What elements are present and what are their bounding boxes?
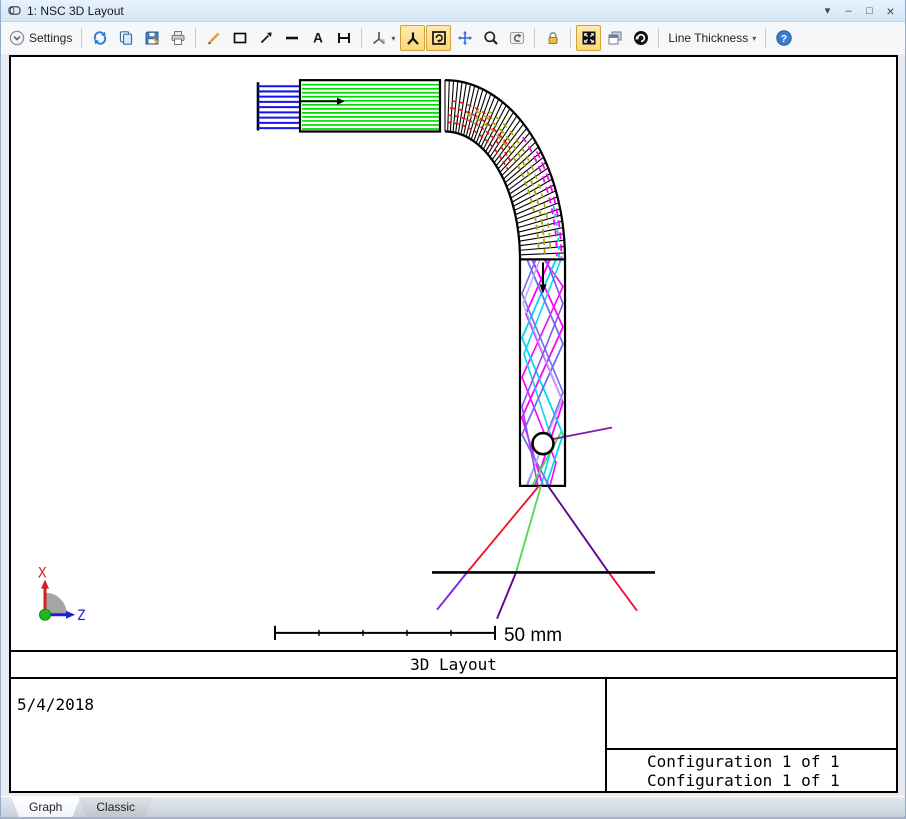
refresh-icon: [93, 31, 106, 45]
orientation-caret-icon: ▾: [391, 33, 396, 43]
copy-button[interactable]: [113, 25, 138, 51]
draw-dimension-button[interactable]: [331, 25, 356, 51]
settings-label: Settings: [29, 31, 73, 45]
layout-canvas: 50 mm X Z: [11, 57, 896, 650]
plot-frame: 50 mm X Z 3D Layout 5/4/2018 Configurati…: [9, 55, 898, 793]
plot-title: 3D Layout: [410, 655, 497, 674]
draw-line-button[interactable]: [279, 25, 304, 51]
lock-icon: [548, 32, 558, 44]
rotate-view-button[interactable]: [426, 25, 452, 51]
axes-3d-icon: [373, 32, 386, 45]
toolbar-separator: [570, 28, 572, 48]
reset-icon: [633, 31, 648, 45]
copy-icon: [119, 31, 132, 45]
fit-to-window-button[interactable]: [576, 25, 602, 51]
window-controls: ▾ – □ ×: [819, 1, 899, 21]
view-tabbar: Graph Classic: [1, 796, 905, 819]
plot-config-cell: Configuration 1 of 1 Configuration 1 of …: [605, 679, 896, 791]
toolbar-separator: [765, 28, 767, 48]
tab-graph-label: Graph: [29, 800, 63, 814]
draw-rectangle-button[interactable]: [227, 25, 252, 51]
draw-arrow-button[interactable]: [253, 25, 278, 51]
refresh-button[interactable]: [87, 25, 112, 51]
content-area: 50 mm X Z 3D Layout 5/4/2018 Configurati…: [1, 54, 905, 796]
plot-date-cell: 5/4/2018: [11, 679, 605, 791]
pan-view-button[interactable]: [452, 25, 477, 51]
pan-icon: [457, 30, 473, 46]
zoom-button[interactable]: [478, 25, 503, 51]
plot-title-row: 3D Layout: [11, 650, 896, 677]
pencil-icon: [208, 32, 220, 45]
window-copy-icon: [608, 31, 622, 45]
close-icon[interactable]: ×: [882, 1, 899, 21]
plot-info-row: 5/4/2018 Configuration 1 of 1 Configurat…: [11, 677, 896, 791]
layout-viewport[interactable]: 50 mm X Z: [11, 57, 896, 650]
rotate-icon: [432, 31, 446, 45]
help-button[interactable]: ?: [771, 25, 796, 51]
rectangle-icon: [233, 32, 247, 44]
toolbar-separator: [361, 28, 363, 48]
draw-line-pencil-button[interactable]: [201, 25, 226, 51]
help-icon: ?: [776, 30, 792, 46]
toolbar-separator: [195, 28, 197, 48]
tab-classic[interactable]: Classic: [78, 797, 153, 817]
toolbar: Settings A ▾ Line Thickness ▾ ?: [1, 22, 905, 54]
invert-y-button[interactable]: [400, 25, 426, 51]
nsc-3d-layout-window: 1: NSC 3D Layout ▾ – □ × Settings A ▾ Li…: [0, 0, 906, 819]
plot-date: 5/4/2018: [17, 695, 95, 714]
axis-x-label: X: [38, 565, 47, 581]
print-button[interactable]: [165, 25, 190, 51]
window-title: 1: NSC 3D Layout: [27, 3, 124, 18]
undo-icon: [509, 31, 524, 45]
active-window-button[interactable]: [602, 25, 627, 51]
undo-zoom-button[interactable]: [504, 25, 529, 51]
toolbar-separator: [534, 28, 536, 48]
svg-text:?: ?: [781, 33, 787, 45]
plot-config-lines: Configuration 1 of 1 Configuration 1 of …: [607, 750, 896, 791]
print-icon: [171, 31, 185, 45]
tab-graph[interactable]: Graph: [11, 797, 80, 817]
maximize-icon[interactable]: □: [861, 1, 878, 21]
plot-config-empty-cell: [607, 679, 896, 750]
settings-chevron-icon: [9, 30, 25, 46]
toolbar-separator: [658, 28, 660, 48]
reset-view-button[interactable]: [628, 25, 653, 51]
invert-y-axis-icon: [407, 32, 419, 45]
tab-classic-label: Classic: [96, 800, 136, 814]
scale-label: 50 mm: [504, 625, 562, 646]
draw-text-button[interactable]: A: [305, 25, 330, 51]
window-menu-icon[interactable]: ▾: [819, 1, 836, 21]
dimension-icon: [337, 33, 350, 43]
orientation-button[interactable]: ▾: [367, 25, 399, 51]
svg-text:A: A: [313, 31, 323, 46]
line-thickness-label: Line Thickness: [668, 31, 749, 45]
fit-window-icon: [582, 31, 596, 45]
configuration-line: Configuration 1 of 1: [647, 752, 840, 771]
text-icon: A: [313, 31, 323, 46]
axis-z-label: Z: [77, 608, 86, 624]
window-3d-icon: [8, 6, 21, 15]
line-icon: [285, 36, 298, 40]
settings-button[interactable]: Settings: [5, 25, 76, 51]
minimize-icon[interactable]: –: [840, 1, 857, 21]
magnifier-icon: [484, 31, 498, 45]
configuration-line: Configuration 1 of 1: [647, 771, 840, 790]
titlebar: 1: NSC 3D Layout ▾ – □ ×: [1, 0, 905, 22]
arrow-icon: [260, 32, 272, 44]
save-button[interactable]: [139, 25, 164, 51]
toolbar-separator: [81, 28, 83, 48]
line-thickness-dropdown[interactable]: Line Thickness ▾: [664, 25, 760, 51]
save-icon: [145, 31, 159, 45]
lock-window-button[interactable]: [540, 25, 565, 51]
line-thickness-caret-icon: ▾: [752, 33, 757, 43]
